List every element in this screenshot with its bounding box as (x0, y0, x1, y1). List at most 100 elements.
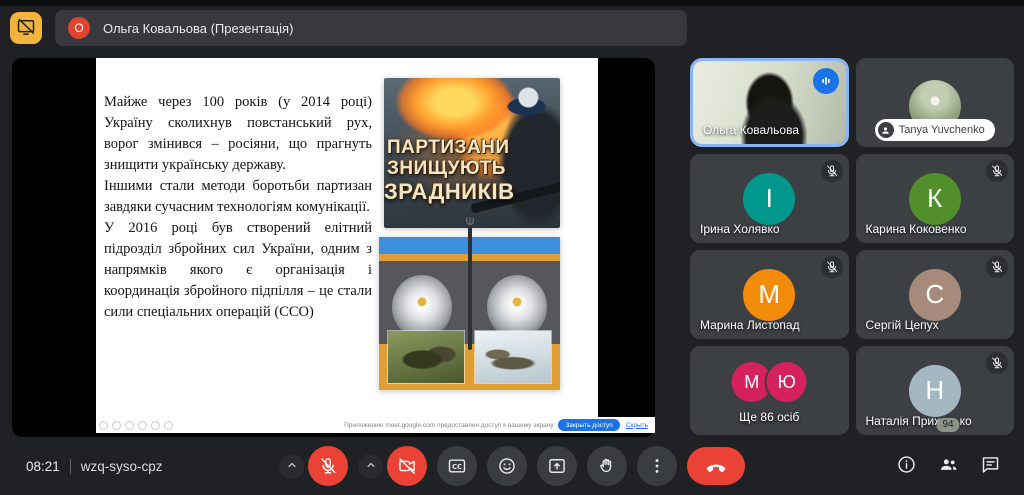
presenter-chip[interactable]: O Ольга Ковальова (Презентація) (55, 10, 687, 46)
chevron-up-icon (364, 458, 378, 475)
info-button[interactable] (888, 448, 924, 484)
avatar: І (743, 173, 795, 225)
mic-off-icon (986, 256, 1008, 278)
mic-off-icon (986, 352, 1008, 374)
participant-name: Карина Коковенко (866, 222, 967, 236)
participant-tile-2[interactable]: Tanya Yuvchenko (856, 58, 1015, 147)
participant-name: Сергій Цепух (866, 318, 939, 332)
people-icon (938, 454, 959, 478)
participant-name: Ірина Холявко (700, 222, 780, 236)
share-notice-text: Приложению meet.google.com предоставлен … (344, 422, 553, 429)
slide-text: Майже через 100 років (у 2014 році) Укра… (104, 92, 372, 323)
chat-icon (980, 454, 1001, 478)
present-button[interactable] (537, 446, 577, 486)
mic-off-icon (821, 160, 843, 182)
photo-band (379, 344, 560, 390)
captions-icon: CC (447, 456, 467, 476)
info-icon (896, 454, 917, 478)
end-call-button[interactable] (687, 447, 745, 485)
meeting-code: wzq-syso-cpz (81, 459, 163, 474)
stop-sharing-button[interactable]: Закрыть доступ (558, 419, 619, 431)
slide-control-button[interactable] (112, 421, 121, 430)
slide-image-sso-emblems (379, 237, 560, 390)
slide-control-button[interactable] (164, 421, 173, 430)
slide-control-button[interactable] (99, 421, 108, 430)
overflow-avatars: МЮ (732, 362, 807, 402)
chevron-up-icon (285, 458, 299, 475)
end-call-icon (704, 454, 728, 478)
chat-button[interactable] (972, 448, 1008, 484)
shared-screen-tile[interactable]: Майже через 100 років (у 2014 році) Укра… (12, 58, 655, 437)
divider (70, 459, 71, 474)
more-options-button[interactable] (637, 446, 677, 486)
soldiers-photo-field (388, 331, 464, 383)
people-button[interactable]: 94 (930, 448, 966, 484)
camera-off-icon (397, 456, 417, 476)
slide-paragraph: Іншими стали методи боротьби партизан за… (104, 176, 372, 218)
soldiers-photo-snow (475, 331, 551, 383)
presenter-label: Ольга Ковальова (Презентація) (103, 21, 293, 36)
slide-image-caption: ПАРТИЗАНИ ЗНИЩУЮТЬ ЗРАДНИКІВ (387, 138, 515, 204)
emoji-button[interactable] (487, 446, 527, 486)
participant-tile-4[interactable]: ККарина Коковенко (856, 154, 1015, 243)
emoji-icon (497, 456, 517, 476)
participant-tile-8[interactable]: ННаталія Приходько (856, 346, 1015, 435)
sso-emblem (392, 275, 452, 339)
mic-off-icon (986, 160, 1008, 182)
slide-control-button[interactable] (125, 421, 134, 430)
presenting-stop-button[interactable] (10, 12, 42, 44)
camera-off-button[interactable] (387, 446, 427, 486)
captions-button[interactable]: CC (437, 446, 477, 486)
audio-level-icon (813, 68, 839, 94)
presentation-slide: Майже через 100 років (у 2014 році) Укра… (96, 58, 598, 417)
slide-paragraph: Майже через 100 років (у 2014 році) Укра… (104, 92, 372, 176)
slide-view-controls (99, 421, 173, 430)
raise-hand-icon (597, 456, 617, 476)
presentation-off-icon (16, 17, 36, 40)
slide-paragraph: У 2016 році був створений елітний підроз… (104, 218, 372, 323)
sword-shape (468, 227, 472, 350)
participant-name: Марина Листопад (700, 318, 800, 332)
mic-off-icon (821, 256, 843, 278)
name-pill: Tanya Yuvchenko (875, 119, 995, 141)
participant-tile-5[interactable]: ММарина Листопад (690, 250, 849, 339)
participant-name: Ще 86 осіб (690, 410, 849, 424)
call-controls: CC (279, 437, 745, 495)
avatar: Н (909, 365, 961, 417)
present-icon (547, 456, 567, 476)
bottom-bar: 08:21 wzq-syso-cpz CC 94 (0, 437, 1024, 495)
slide-image-partisans: ПАРТИЗАНИ ЗНИЩУЮТЬ ЗРАДНИКІВ (384, 78, 560, 228)
slide-control-button[interactable] (138, 421, 147, 430)
participant-tile-7[interactable]: МЮ Ще 86 осіб (690, 346, 849, 435)
slide-control-button[interactable] (151, 421, 160, 430)
raise-hand-button[interactable] (587, 446, 627, 486)
clock: 08:21 (26, 459, 60, 474)
avatar: С (909, 269, 961, 321)
participant-tile-3[interactable]: ІІрина Холявко (690, 154, 849, 243)
avatar: М (743, 269, 795, 321)
mic-off-button[interactable] (308, 446, 348, 486)
status-icons: 94 (888, 437, 1008, 495)
person-icon (878, 122, 894, 138)
participants-grid: Ольга Ковальова Tanya Yuvchenko ІІрина Хол… (690, 58, 1014, 435)
expand-camera-off-options[interactable] (358, 454, 383, 479)
participant-tile-1[interactable]: Ольга Ковальова (690, 58, 849, 147)
screen-share-notice: Приложению meet.google.com предоставлен … (96, 417, 655, 433)
mic-off-icon (318, 456, 338, 476)
expand-mic-off-options[interactable] (279, 454, 304, 479)
sso-emblem (487, 275, 547, 339)
participant-name: Ольга Ковальова (703, 123, 799, 137)
google-meet-window: O Ольга Ковальова (Презентація) Майже че… (0, 0, 1024, 495)
participant-count-badge: 94 (936, 418, 959, 432)
top-bar: O Ольга Ковальова (Презентація) (0, 6, 1024, 52)
svg-text:CC: CC (452, 463, 462, 471)
more-options-icon (647, 456, 667, 476)
avatar: К (909, 173, 961, 225)
participant-tile-6[interactable]: ССергій Цепух (856, 250, 1015, 339)
presenter-avatar: O (68, 17, 90, 39)
avatar: Ю (767, 362, 807, 402)
meeting-meta: 08:21 wzq-syso-cpz (26, 437, 163, 495)
avatar: М (732, 362, 772, 402)
participant-name: Tanya Yuvchenko (899, 124, 985, 136)
hide-notice-link[interactable]: Скрыть (626, 422, 648, 429)
